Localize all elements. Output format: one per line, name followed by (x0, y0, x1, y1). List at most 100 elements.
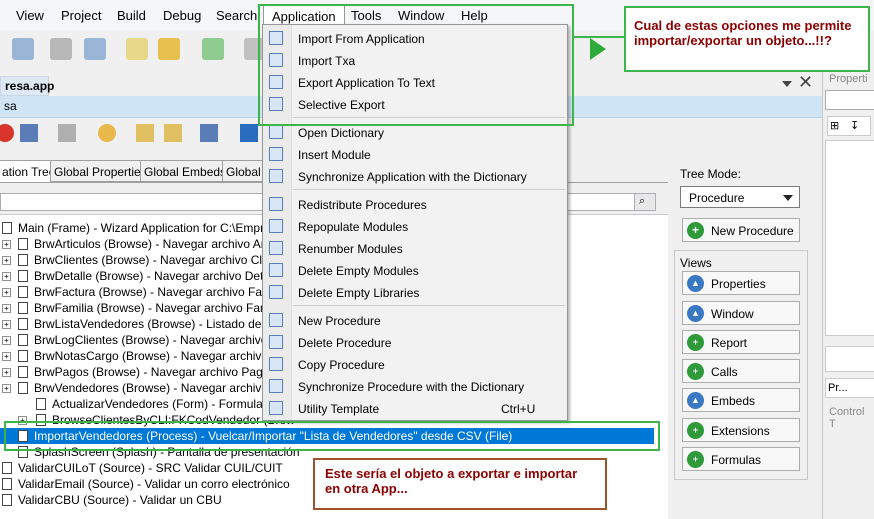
menu-search[interactable]: Search (216, 8, 257, 23)
menu-project[interactable]: Project (61, 8, 101, 23)
tree-row-label: BrwNotasCargo (Browse) - Navegar archivo… (34, 349, 297, 363)
close-icon[interactable]: ✕ (798, 72, 813, 93)
close-project-icon[interactable] (50, 38, 72, 60)
tree-row-label: ActualizarVendedores (Form) - Formulario… (52, 397, 298, 411)
add-project-icon[interactable] (84, 38, 106, 60)
document-tab[interactable]: resa.app (0, 76, 54, 96)
locate-button[interactable]: ⌕ (634, 193, 656, 211)
properties-pane-title: Properti (829, 73, 868, 85)
view-button-label: Window (711, 307, 754, 321)
new-procedure-button[interactable]: + New Procedure (682, 218, 800, 242)
view-button-embeds[interactable]: ▲ Embeds (682, 388, 800, 412)
menu-item-synchronize-procedure-with-the-dictionary[interactable]: Synchronize Procedure with the Dictionar… (263, 375, 567, 397)
view-button-calls[interactable]: + Calls (682, 359, 800, 383)
properties-grid[interactable] (825, 140, 874, 336)
save-app-icon[interactable] (20, 124, 38, 142)
menu-item-label: Open Dictionary (298, 126, 385, 140)
pr-tab-label: Pr... (828, 382, 848, 394)
menu-item-copy-procedure[interactable]: Copy Procedure (263, 353, 567, 375)
menu-item-insert-module[interactable]: Insert Module (263, 143, 567, 165)
menu-item-icon (269, 313, 283, 327)
print-icon[interactable] (58, 124, 76, 142)
view-button-formulas[interactable]: + Formulas (682, 447, 800, 471)
menu-item-utility-template[interactable]: Utility Template Ctrl+U (263, 397, 567, 419)
menu-item-delete-empty-modules[interactable]: Delete Empty Modules (263, 259, 567, 281)
menu-item-label: Copy Procedure (298, 358, 385, 372)
window-icon[interactable] (200, 124, 218, 142)
menu-item-icon (269, 357, 283, 371)
chevron-down-icon (783, 195, 793, 201)
tab-global-embeds[interactable]: Global Embeds (140, 160, 231, 182)
expand-icon[interactable]: + (2, 384, 11, 393)
menu-view[interactable]: View (16, 8, 44, 23)
triangle-icon: ▲ (687, 392, 704, 409)
expand-icon[interactable]: + (2, 272, 11, 281)
undo-icon[interactable] (240, 124, 258, 142)
menu-item-shortcut: Ctrl+U (501, 402, 536, 416)
menu-debug[interactable]: Debug (163, 8, 201, 23)
menu-item-redistribute-procedures[interactable]: Redistribute Procedures (263, 193, 567, 215)
pr-tab[interactable]: Pr... (825, 378, 874, 398)
expand-icon[interactable]: + (2, 368, 11, 377)
menu-item-synchronize-application-with-the-dictionary[interactable]: Synchronize Application with the Diction… (263, 165, 567, 187)
menu-item-label: New Procedure (298, 314, 381, 328)
tree-mode-label: Tree Mode: (680, 167, 741, 181)
sort-toolbar: ⊞ ↧ (827, 116, 871, 136)
annotation-target-note: Este sería el objeto a exportar e import… (313, 458, 607, 510)
menu-item-label: Repopulate Modules (298, 220, 409, 234)
menu-item-label: Synchronize Procedure with the Dictionar… (298, 380, 525, 394)
new-file-icon[interactable] (126, 38, 148, 60)
delete-icon[interactable] (0, 124, 14, 142)
menu-item-icon (269, 219, 283, 233)
view-button-window[interactable]: ▲ Window (682, 301, 800, 325)
tree-row-label: BrwPagos (Browse) - Navegar archivo Pago… (34, 365, 276, 379)
menu-item-delete-empty-libraries[interactable]: Delete Empty Libraries (263, 281, 567, 303)
annotation-connector (574, 36, 626, 38)
add-file-icon[interactable] (202, 38, 224, 60)
sort-az-icon[interactable]: ↧ (850, 119, 859, 132)
view-button-label: Calls (711, 365, 738, 379)
expand-icon[interactable]: + (2, 256, 11, 265)
expand-icon[interactable]: + (2, 336, 11, 345)
view-button-label: Embeds (711, 394, 756, 408)
move-down-icon[interactable] (164, 124, 182, 142)
annotation-highlight-target-row (4, 421, 660, 451)
tree-mode-select[interactable]: Procedure (680, 186, 800, 208)
properties-object-select[interactable] (825, 90, 874, 110)
move-up-icon[interactable] (136, 124, 154, 142)
chevron-down-icon[interactable] (782, 78, 792, 88)
expand-icon[interactable]: + (2, 288, 11, 297)
expand-icon[interactable]: + (2, 352, 11, 361)
open-folder-icon[interactable] (158, 38, 180, 60)
tree-row-label: BrwArticulos (Browse) - Navegar archivo … (34, 237, 293, 251)
menu-item-label: Redistribute Procedures (298, 198, 427, 212)
tree-row-label: BrwFactura (Browse) - Navegar archivo Fa… (34, 285, 289, 299)
procedure-icon (18, 238, 28, 250)
expand-icon[interactable]: + (2, 320, 11, 329)
menu-item-new-procedure[interactable]: New Procedure (263, 309, 567, 331)
open-project-icon[interactable] (12, 38, 34, 60)
run-icon[interactable] (590, 38, 606, 60)
menu-item-label: Delete Empty Modules (298, 264, 419, 278)
search-icon: ⌕ (639, 195, 646, 207)
menu-item-repopulate-modules[interactable]: Repopulate Modules (263, 215, 567, 237)
tree-row-label: ValidarCUILoT (Source) - SRC Validar CUI… (18, 461, 283, 475)
new-procedure-label: New Procedure (711, 224, 794, 238)
tab-global-properties[interactable]: Global Properties (50, 160, 151, 182)
tree-mode-value: Procedure (689, 191, 745, 205)
view-button-extensions[interactable]: + Extensions (682, 418, 800, 442)
categorized-icon[interactable]: ⊞ (830, 119, 839, 132)
menu-item-icon (269, 379, 283, 393)
menu-item-icon (269, 241, 283, 255)
expand-icon[interactable]: + (2, 304, 11, 313)
expand-icon[interactable]: + (2, 240, 11, 249)
menu-item-renumber-modules[interactable]: Renumber Modules (263, 237, 567, 259)
triangle-icon: ▲ (687, 275, 704, 292)
view-button-properties[interactable]: ▲ Properties (682, 271, 800, 295)
triangle-icon: ▲ (687, 305, 704, 322)
view-button-label: Report (711, 336, 748, 350)
menu-item-delete-procedure[interactable]: Delete Procedure (263, 331, 567, 353)
view-button-report[interactable]: + Report (682, 330, 800, 354)
gear-icon[interactable] (98, 124, 116, 142)
menu-build[interactable]: Build (117, 8, 146, 23)
